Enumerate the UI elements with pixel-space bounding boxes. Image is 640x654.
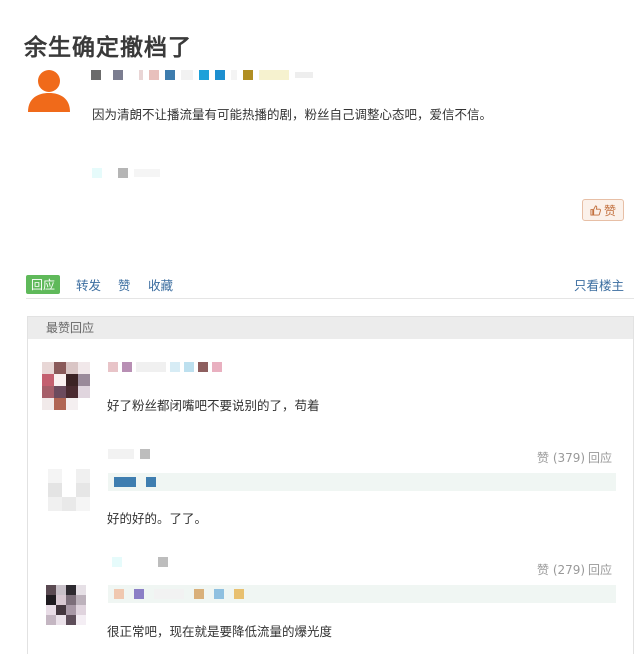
comment-likes[interactable]: 赞 (379)	[537, 449, 585, 466]
author-name-redacted[interactable]	[91, 70, 313, 80]
like-button[interactable]: 赞	[582, 199, 624, 221]
best-replies-header: 最赞回应	[28, 317, 633, 339]
action-bar: 回应 转发 赞 收藏 只看楼主	[26, 273, 634, 297]
reply-button[interactable]: 回应	[26, 275, 61, 294]
collect-link[interactable]: 收藏	[148, 275, 173, 294]
comment-avatar[interactable]	[46, 585, 86, 625]
comment-header-bar	[108, 473, 616, 491]
comment-text: 好的好的。了了。	[107, 511, 208, 526]
author-avatar-icon[interactable]	[26, 66, 72, 112]
thumbs-up-icon	[590, 204, 601, 216]
comment-reply-quote-redacted	[108, 449, 150, 459]
post-image-redacted	[92, 168, 160, 178]
comment-text: 很正常吧，现在就是要降低流量的爆光度	[107, 624, 333, 639]
divider	[26, 298, 634, 299]
page-title: 余生确定撤档了	[24, 35, 192, 61]
post-content: 因为清朗不让播流量有可能热播的剧，粉丝自己调整心态吧，爱信不信。	[92, 107, 493, 122]
comment-likes[interactable]: 赞 (279)	[537, 561, 585, 578]
comment-text: 好了粉丝都闭嘴吧不要说别的了，苟着	[107, 398, 320, 413]
only-op-link[interactable]: 只看楼主	[574, 275, 624, 294]
comment-username-redacted[interactable]	[108, 362, 222, 372]
comment-avatar[interactable]	[42, 362, 90, 410]
comment-reply-link[interactable]: 回应	[588, 561, 612, 578]
like-link[interactable]: 赞	[118, 275, 131, 294]
comment-username-redacted[interactable]	[114, 477, 156, 487]
repost-link[interactable]: 转发	[76, 275, 101, 294]
comment-reply-link[interactable]: 回应	[588, 449, 612, 466]
comment-username-redacted[interactable]	[114, 589, 244, 599]
like-button-label: 赞	[603, 203, 616, 218]
best-replies-panel: 最赞回应 好了粉丝都闭嘴吧不要说别的了，苟着 赞 (379) 回应 好的好的。了…	[27, 316, 634, 654]
comment-reply-quote-redacted	[112, 557, 168, 567]
comment-avatar[interactable]	[48, 469, 90, 511]
